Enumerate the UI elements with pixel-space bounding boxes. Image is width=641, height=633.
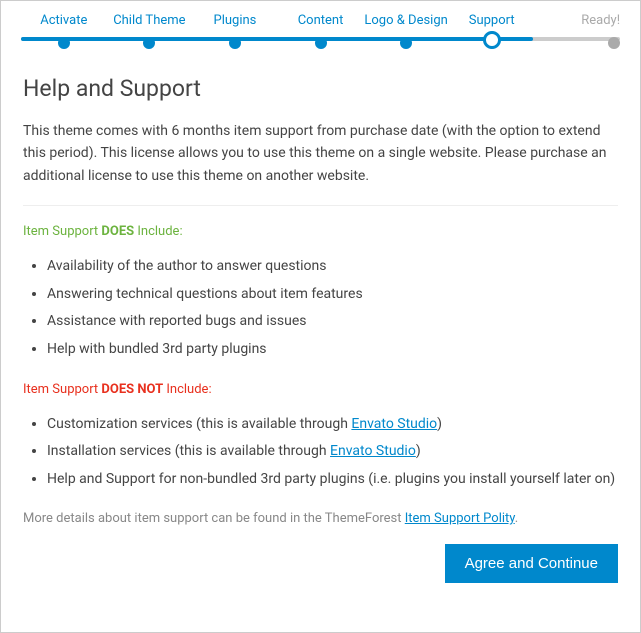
step-child-theme[interactable]: Child Theme	[107, 13, 193, 53]
footnote: More details about item support can be f…	[23, 511, 618, 526]
envato-studio-link[interactable]: Envato Studio	[351, 416, 437, 432]
step-content[interactable]: Content	[278, 13, 364, 53]
envato-studio-link[interactable]: Envato Studio	[330, 443, 416, 459]
step-dot-icon	[58, 37, 70, 49]
step-dot-current-icon	[483, 31, 501, 49]
excludes-heading-strong: DOES NOT	[101, 382, 163, 397]
step-plugins[interactable]: Plugins	[192, 13, 278, 53]
step-label: Activate	[21, 13, 107, 28]
list-item: Help with bundled 3rd party plugins	[47, 340, 618, 360]
step-support[interactable]: Support	[449, 13, 535, 56]
step-label: Ready!	[534, 13, 620, 28]
step-label: Child Theme	[107, 13, 193, 28]
step-label: Plugins	[192, 13, 278, 28]
list-item: Installation services (this is available…	[47, 442, 618, 462]
footnote-text: .	[515, 511, 518, 526]
includes-heading-strong: DOES	[101, 224, 134, 239]
step-label: Logo & Design	[363, 13, 449, 28]
excludes-heading-post: Include:	[163, 382, 211, 397]
list-item: Customization services (this is availabl…	[47, 415, 618, 435]
item-support-policy-link[interactable]: Item Support Polity	[405, 511, 515, 526]
intro-text: This theme comes with 6 months item supp…	[23, 120, 618, 187]
list-item: Help and Support for non-bundled 3rd par…	[47, 470, 618, 490]
list-text: Customization services (this is availabl…	[47, 416, 351, 432]
actions: Agree and Continue	[23, 544, 618, 583]
excludes-heading: Item Support DOES NOT Include:	[23, 382, 618, 397]
excludes-heading-pre: Item Support	[23, 382, 101, 397]
includes-heading-pre: Item Support	[23, 224, 101, 239]
step-ready: Ready!	[534, 13, 620, 53]
step-dot-icon	[608, 37, 620, 49]
wizard-container: Activate Child Theme Plugins Content Log…	[0, 0, 641, 633]
list-text: Installation services (this is available…	[47, 443, 330, 459]
page-title: Help and Support	[23, 75, 618, 102]
includes-list: Availability of the author to answer que…	[23, 257, 618, 359]
divider	[23, 205, 618, 206]
step-dot-icon	[229, 37, 241, 49]
list-text: Help and Support for non-bundled 3rd par…	[47, 471, 615, 487]
excludes-list: Customization services (this is availabl…	[23, 415, 618, 490]
includes-heading-post: Include:	[134, 224, 182, 239]
content: Help and Support This theme comes with 6…	[1, 51, 640, 601]
includes-heading: Item Support DOES Include:	[23, 224, 618, 239]
step-activate[interactable]: Activate	[21, 13, 107, 53]
step-dot-icon	[143, 37, 155, 49]
list-item: Availability of the author to answer que…	[47, 257, 618, 277]
step-label: Content	[278, 13, 364, 28]
step-dot-icon	[400, 37, 412, 49]
step-label: Support	[449, 13, 535, 28]
list-item: Answering technical questions about item…	[47, 285, 618, 305]
step-dot-icon	[315, 37, 327, 49]
footnote-text: More details about item support can be f…	[23, 511, 405, 526]
list-text: )	[416, 443, 421, 459]
list-item: Assistance with reported bugs and issues	[47, 312, 618, 332]
agree-continue-button[interactable]: Agree and Continue	[445, 544, 618, 583]
step-logo-design[interactable]: Logo & Design	[363, 13, 449, 53]
stepper: Activate Child Theme Plugins Content Log…	[1, 1, 640, 51]
list-text: )	[437, 416, 442, 432]
